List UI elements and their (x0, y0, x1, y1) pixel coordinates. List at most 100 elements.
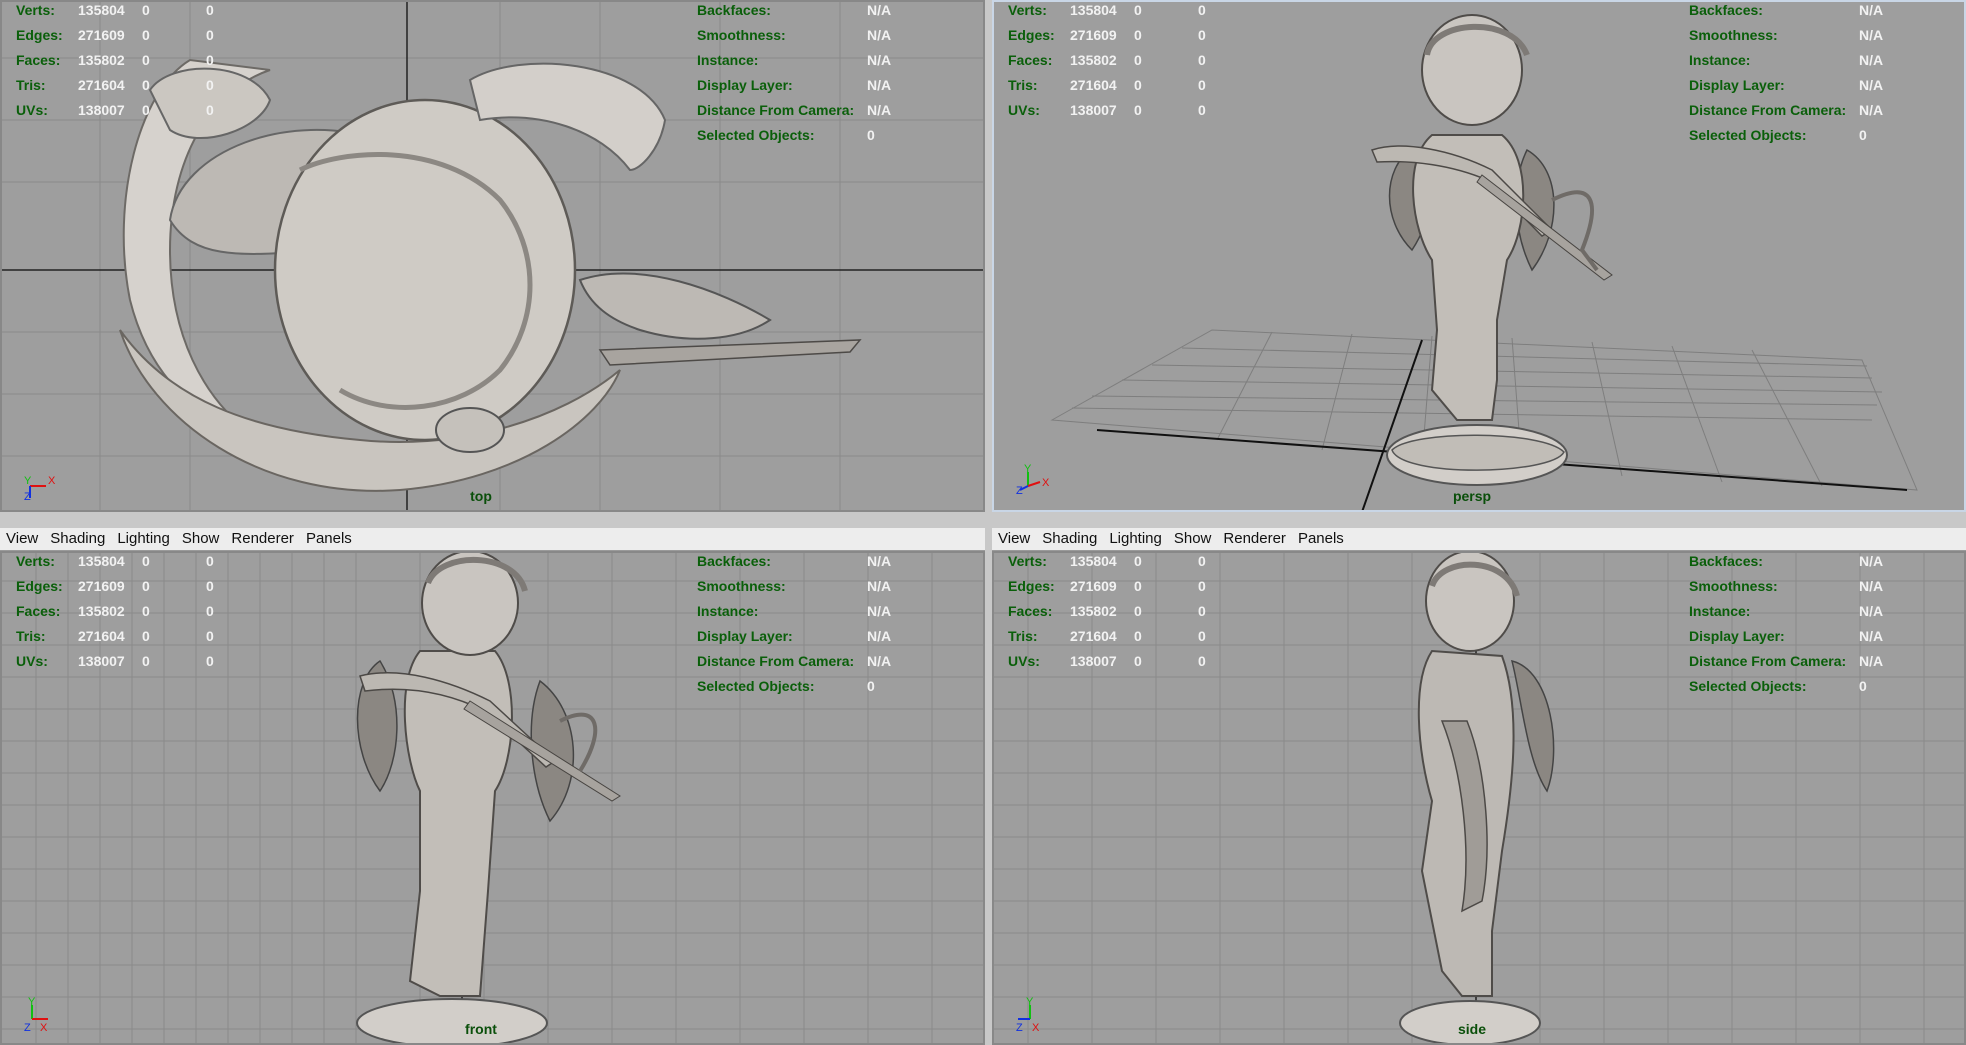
stat-value-total: 138007 (1070, 653, 1117, 669)
stat-label: Tris: (1008, 77, 1038, 93)
object-stat-row: Instance: N/A (1689, 599, 1883, 624)
svg-text:X: X (40, 1022, 48, 1033)
object-stat-row: Selected Objects: 0 (1689, 674, 1883, 699)
viewport-top[interactable]: Verts: 135804 0 0 Edges: 271609 0 0 Faces: 135802… (0, 0, 985, 512)
stat-label: Distance From Camera: (1689, 102, 1847, 118)
stat-value-total: 135804 (78, 2, 125, 18)
stat-label: UVs: (1008, 653, 1040, 669)
stat-label: Distance From Camera: (697, 102, 855, 118)
svg-text:X: X (1042, 477, 1050, 489)
stat-value: N/A (867, 553, 892, 569)
menu-view[interactable]: View (992, 528, 1036, 550)
stat-value: N/A (867, 603, 892, 619)
stat-label: Edges: (1008, 578, 1055, 594)
stat-label: Tris: (16, 628, 46, 644)
stat-label: Distance From Camera: (1689, 653, 1847, 669)
stat-value-selected: 0 (142, 102, 150, 118)
object-stat-row: Distance From Camera: N/A (1689, 649, 1883, 674)
stat-value: 0 (867, 678, 875, 694)
object-stat-row: Backfaces: N/A (1689, 549, 1883, 574)
stat-label: Edges: (1008, 27, 1055, 43)
svg-text:X: X (48, 475, 56, 487)
stat-label: Smoothness: (697, 27, 786, 43)
stat-label: UVs: (1008, 102, 1040, 118)
stat-value-total: 271604 (78, 628, 125, 644)
stat-value: 0 (1859, 127, 1867, 143)
stat-label: Verts: (16, 553, 55, 569)
object-stat-row: Backfaces: N/A (697, 0, 891, 23)
axis-gizmo-icon: Y Z X (1016, 464, 1050, 497)
object-stat-row: Smoothness: N/A (697, 574, 891, 599)
panel-menu-bar-side: View Shading Lighting Show Renderer Pane… (992, 528, 1966, 551)
object-stat-row: Distance From Camera: N/A (697, 649, 891, 674)
stat-value-total: 138007 (78, 653, 125, 669)
menu-lighting[interactable]: Lighting (111, 528, 176, 550)
stat-value-extra: 0 (1198, 653, 1206, 669)
viewport-pane-side[interactable]: View Shading Lighting Show Renderer Pane… (992, 528, 1966, 1045)
object-stat-row: Selected Objects: 0 (1689, 123, 1883, 148)
stat-label: Instance: (1689, 52, 1751, 68)
stat-value-selected: 0 (1134, 553, 1142, 569)
menu-view[interactable]: View (0, 528, 44, 550)
stat-value: N/A (867, 578, 892, 594)
stat-label: Tris: (1008, 628, 1038, 644)
stat-value-selected: 0 (142, 553, 150, 569)
svg-text:Z: Z (1016, 485, 1023, 497)
stat-value-selected: 0 (142, 628, 150, 644)
axis-gizmo-icon: Y Z X (24, 997, 48, 1033)
poly-stat-row: Edges: 271609 0 0 (16, 574, 246, 599)
svg-text:Y: Y (1024, 464, 1032, 475)
stat-value-extra: 0 (206, 553, 214, 569)
poly-stats-persp: Verts: 135804 0 0 Edges: 271609 0 0 Faces: 135802… (1008, 0, 1238, 123)
poly-stat-row: UVs: 138007 0 0 (16, 649, 246, 674)
menu-panels[interactable]: Panels (300, 528, 358, 550)
stat-label: Verts: (1008, 553, 1047, 569)
stat-value-total: 135804 (1070, 553, 1117, 569)
stat-value-total: 271609 (78, 578, 125, 594)
stat-value-total: 135802 (78, 603, 125, 619)
viewport-pane-front[interactable]: View Shading Lighting Show Renderer Pane… (0, 528, 985, 1045)
stat-value: N/A (1859, 553, 1884, 569)
menu-shading[interactable]: Shading (44, 528, 111, 550)
menu-show[interactable]: Show (1168, 528, 1218, 550)
svg-text:X: X (1032, 1022, 1040, 1033)
stat-value-extra: 0 (1198, 553, 1206, 569)
stat-value-selected: 0 (142, 27, 150, 43)
stat-value: N/A (1859, 603, 1884, 619)
menu-shading[interactable]: Shading (1036, 528, 1103, 550)
poly-stat-row: UVs: 138007 0 0 (16, 98, 246, 123)
viewport-pane-persp[interactable]: Verts: 135804 0 0 Edges: 271609 0 0 Faces: 135802… (992, 0, 1966, 512)
stat-value-extra: 0 (1198, 77, 1206, 93)
stat-value-selected: 0 (142, 603, 150, 619)
stat-value: N/A (867, 2, 892, 18)
stat-label: Instance: (1689, 603, 1751, 619)
stat-label: Instance: (697, 603, 759, 619)
viewport-side[interactable]: Verts: 135804 0 0 Edges: 271609 0 0 Faces: 135802… (992, 551, 1966, 1045)
stat-value-selected: 0 (142, 77, 150, 93)
object-stat-row: Distance From Camera: N/A (697, 98, 891, 123)
menu-renderer[interactable]: Renderer (1217, 528, 1292, 550)
poly-stat-row: Tris: 271604 0 0 (1008, 624, 1238, 649)
menu-show[interactable]: Show (176, 528, 226, 550)
menu-panels[interactable]: Panels (1292, 528, 1350, 550)
stat-label: Display Layer: (1689, 628, 1785, 644)
stat-value: N/A (867, 628, 892, 644)
menu-lighting[interactable]: Lighting (1103, 528, 1168, 550)
stat-label: UVs: (16, 653, 48, 669)
stat-label: Faces: (16, 603, 61, 619)
stat-label: Display Layer: (697, 77, 793, 93)
object-stats-top: Backfaces: N/A Smoothness: N/A Instance: N/A D… (697, 0, 891, 148)
poly-stat-row: Tris: 271604 0 0 (1008, 73, 1238, 98)
menu-renderer[interactable]: Renderer (225, 528, 300, 550)
stat-value-selected: 0 (142, 653, 150, 669)
stat-value-total: 271604 (78, 77, 125, 93)
poly-stat-row: Faces: 135802 0 0 (1008, 599, 1238, 624)
viewport-front[interactable]: Verts: 135804 0 0 Edges: 271609 0 0 Faces: 135802… (0, 551, 985, 1045)
stat-value: N/A (1859, 102, 1884, 118)
poly-stat-row: Verts: 135804 0 0 (16, 549, 246, 574)
poly-stat-row: Tris: 271604 0 0 (16, 73, 246, 98)
viewport-pane-top[interactable]: Verts: 135804 0 0 Edges: 271609 0 0 Faces: 135802… (0, 0, 985, 512)
stat-value-extra: 0 (206, 653, 214, 669)
poly-stats-side: Verts: 135804 0 0 Edges: 271609 0 0 Faces: 135802… (1008, 549, 1238, 674)
viewport-persp[interactable]: Verts: 135804 0 0 Edges: 271609 0 0 Faces: 135802… (992, 0, 1966, 512)
